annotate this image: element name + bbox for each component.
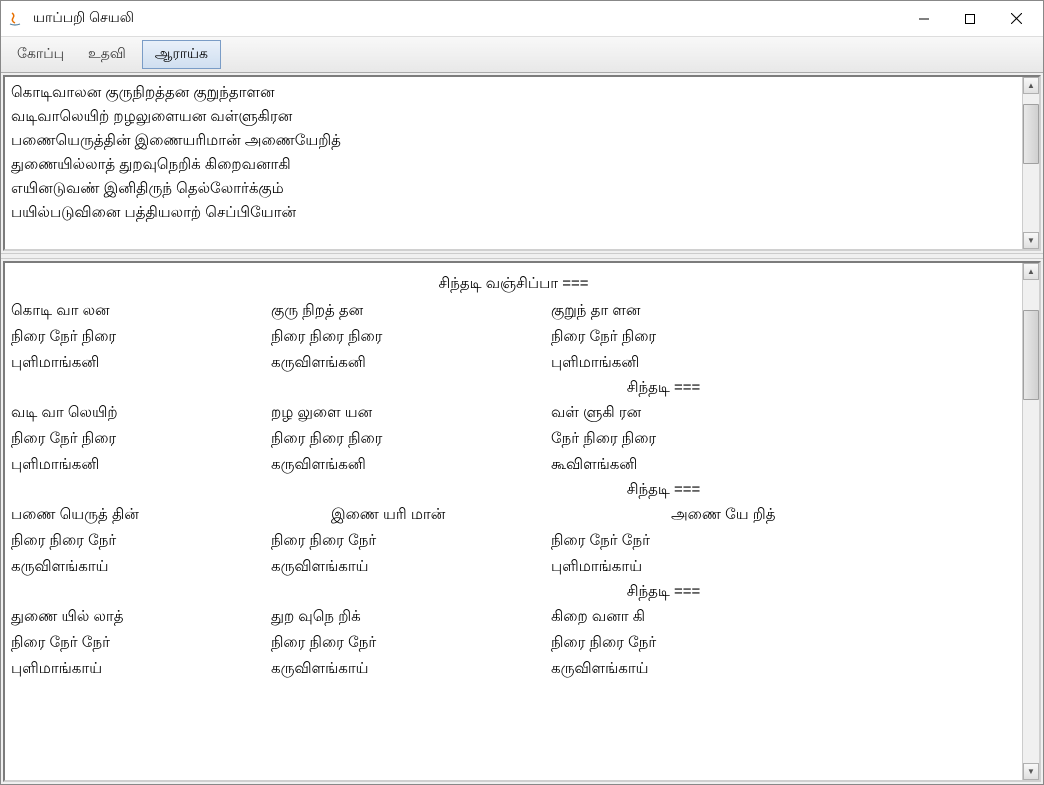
maximize-button[interactable]	[947, 4, 993, 34]
analysis-row: வடி வா லெயிற்றழ லுளை யனவள் ளுகி ரன	[11, 400, 1016, 426]
split-pane: கொடிவாலன குருநிறத்தன குறுந்தாளன வடிவாலெய…	[1, 73, 1043, 784]
analysis-cell: நிரை நேர் நிரை	[551, 325, 1016, 349]
application-window: யாப்பறி செயலி கோப்பு உதவி ஆராய்க கொடிவால…	[0, 0, 1044, 785]
toolbar: கோப்பு உதவி ஆராய்க	[1, 37, 1043, 73]
analyze-button[interactable]: ஆராய்க	[142, 40, 221, 69]
titlebar: யாப்பறி செயலி	[1, 1, 1043, 37]
analysis-cell: கருவிளங்காய்	[271, 657, 551, 681]
analysis-cell: துற வுநெ றிக்	[271, 605, 551, 629]
analysis-cell: நிரை நேர் நிரை	[11, 325, 271, 349]
scroll-up-button[interactable]: ▲	[1023, 263, 1039, 280]
analysis-cell: நிரை நிரை நேர்	[11, 529, 271, 553]
analysis-row: துணை யில் லாத்துற வுநெ றிக்கிறை வனா கி	[11, 604, 1016, 630]
analysis-cell: நிரை நிரை நிரை	[271, 325, 551, 349]
input-textarea[interactable]: கொடிவாலன குருநிறத்தன குறுந்தாளன வடிவாலெய…	[5, 77, 1022, 249]
analysis-cell: குரு நிறத் தன	[271, 299, 551, 323]
analysis-cell: நிரை நிரை நேர்	[271, 529, 551, 553]
scroll-track[interactable]	[1023, 280, 1039, 763]
analysis-row: நிரை நேர் நேர்நிரை நிரை நேர்நிரை நிரை நே…	[11, 630, 1016, 656]
analysis-cell: வடி வா லெயிற்	[11, 401, 271, 425]
analysis-cell: அணை யே றித்	[671, 503, 1016, 527]
analysis-cell: புளிமாங்கனி	[11, 351, 271, 375]
input-scrollbar[interactable]: ▲ ▼	[1022, 77, 1039, 249]
analysis-cell: நிரை நிரை நேர்	[551, 631, 1016, 655]
analysis-cell: கருவிளங்காய்	[11, 555, 271, 579]
scroll-down-button[interactable]: ▼	[1023, 763, 1039, 780]
window-title: யாப்பறி செயலி	[33, 9, 901, 28]
window-controls	[901, 4, 1039, 34]
analysis-cell: கருவிளங்கனி	[271, 351, 551, 375]
scroll-thumb[interactable]	[1023, 310, 1039, 400]
analysis-row: கருவிளங்காய்கருவிளங்காய்புளிமாங்காய்	[11, 554, 1016, 580]
analysis-cell: வள் ளுகி ரன	[551, 401, 1016, 425]
analysis-title: சிந்தடி வஞ்சிப்பா ===	[11, 267, 1016, 298]
block-separator: சிந்தடி ===	[11, 478, 1016, 502]
output-textarea[interactable]: சிந்தடி வஞ்சிப்பா ===கொடி வா லனகுரு நிறத…	[5, 263, 1022, 780]
close-button[interactable]	[993, 4, 1039, 34]
minimize-button[interactable]	[901, 4, 947, 34]
analysis-cell: கூவிளங்கனி	[551, 453, 1016, 477]
analysis-cell: இணை யரி மான்	[331, 503, 671, 527]
analysis-row: பணை யெருத் தின்இணை யரி மான்அணை யே றித்	[11, 502, 1016, 528]
analysis-cell: புளிமாங்காய்	[11, 657, 271, 681]
analysis-cell: நிரை நிரை நிரை	[271, 427, 551, 451]
analysis-cell: நேர் நிரை நிரை	[551, 427, 1016, 451]
analysis-cell: புளிமாங்கனி	[11, 453, 271, 477]
analysis-cell: நிரை நேர் நேர்	[11, 631, 271, 655]
scroll-up-button[interactable]: ▲	[1023, 77, 1039, 94]
analysis-row: கொடி வா லனகுரு நிறத் தனகுறுந் தா ளன	[11, 298, 1016, 324]
analysis-cell: பணை யெருத் தின்	[11, 503, 331, 527]
analysis-cell: கொடி வா லன	[11, 299, 271, 323]
analysis-row: நிரை நிரை நேர்நிரை நிரை நேர்நிரை நேர் நே…	[11, 528, 1016, 554]
analysis-cell: குறுந் தா ளன	[551, 299, 1016, 323]
analysis-cell: நிரை நிரை நேர்	[271, 631, 551, 655]
split-divider[interactable]	[1, 253, 1043, 259]
analysis-cell: நிரை நேர் நிரை	[11, 427, 271, 451]
menu-file[interactable]: கோப்பு	[5, 39, 76, 70]
output-scrollbar[interactable]: ▲ ▼	[1022, 263, 1039, 780]
scroll-track[interactable]	[1023, 94, 1039, 232]
analysis-cell: துணை யில் லாத்	[11, 605, 271, 629]
input-pane: கொடிவாலன குருநிறத்தன குறுந்தாளன வடிவாலெய…	[3, 75, 1041, 251]
scroll-thumb[interactable]	[1023, 104, 1039, 164]
analysis-cell: கருவிளங்காய்	[551, 657, 1016, 681]
java-app-icon	[5, 9, 25, 29]
analysis-cell: கிறை வனா கி	[551, 605, 1016, 629]
analysis-cell: புளிமாங்காய்	[551, 555, 1016, 579]
analysis-cell: புளிமாங்கனி	[551, 351, 1016, 375]
menu-help[interactable]: உதவி	[76, 39, 138, 70]
scroll-down-button[interactable]: ▼	[1023, 232, 1039, 249]
analysis-row: புளிமாங்கனிகருவிளங்கனிபுளிமாங்கனி	[11, 350, 1016, 376]
output-pane: சிந்தடி வஞ்சிப்பா ===கொடி வா லனகுரு நிறத…	[3, 261, 1041, 782]
analysis-row: புளிமாங்காய்கருவிளங்காய்கருவிளங்காய்	[11, 656, 1016, 682]
analysis-cell: கருவிளங்கனி	[271, 453, 551, 477]
block-separator: சிந்தடி ===	[11, 580, 1016, 604]
analysis-cell: கருவிளங்காய்	[271, 555, 551, 579]
analysis-row: நிரை நேர் நிரைநிரை நிரை நிரைநேர் நிரை நி…	[11, 426, 1016, 452]
analysis-cell: நிரை நேர் நேர்	[551, 529, 1016, 553]
analysis-row: புளிமாங்கனிகருவிளங்கனிகூவிளங்கனி	[11, 452, 1016, 478]
block-separator: சிந்தடி ===	[11, 376, 1016, 400]
analysis-row: நிரை நேர் நிரைநிரை நிரை நிரைநிரை நேர் நி…	[11, 324, 1016, 350]
analysis-cell: றழ லுளை யன	[271, 401, 551, 425]
